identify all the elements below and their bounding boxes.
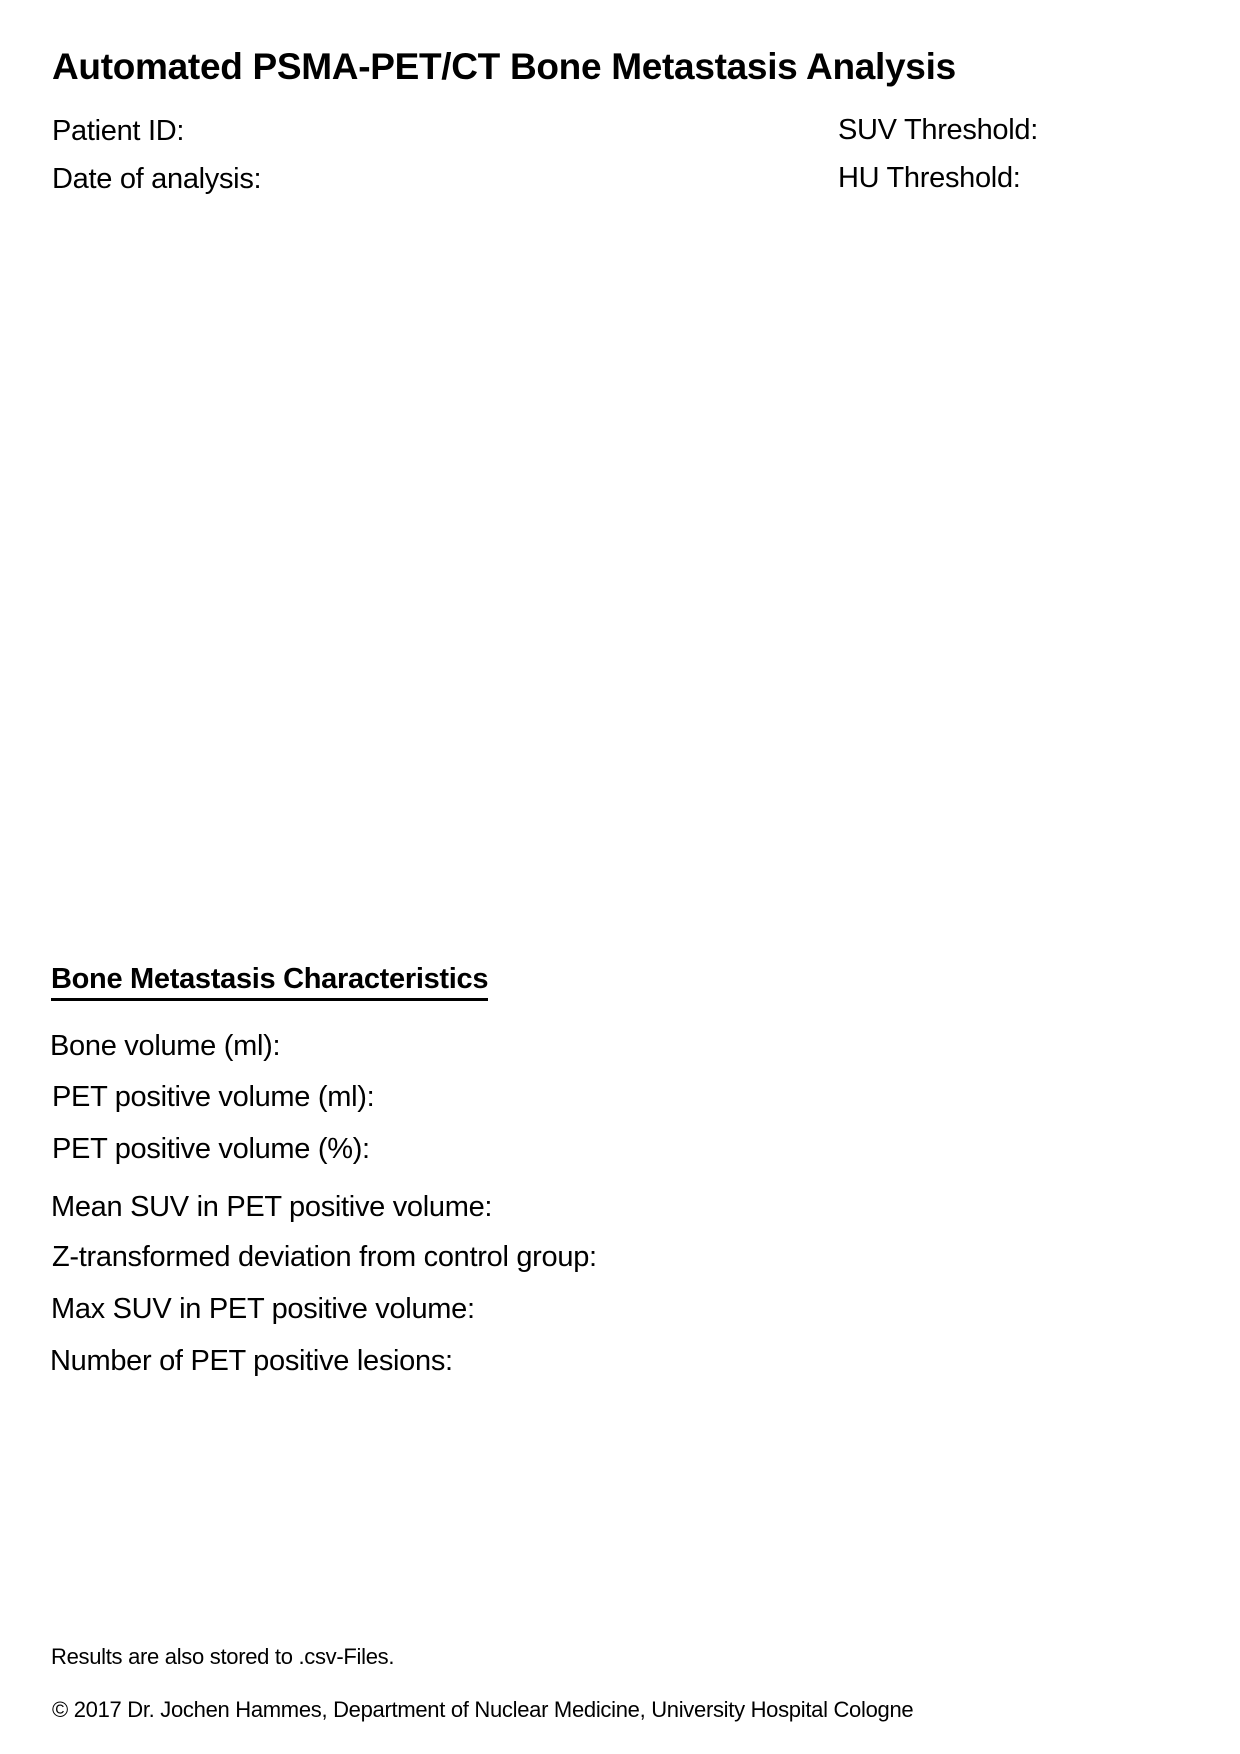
lesion-count-label: Number of PET positive lesions: [50, 1345, 453, 1377]
patient-id-label: Patient ID: [52, 115, 185, 147]
page-title: Automated PSMA-PET/CT Bone Metastasis An… [52, 46, 956, 87]
mean-suv-label: Mean SUV in PET positive volume: [51, 1191, 493, 1223]
pet-positive-volume-ml-label: PET positive volume (ml): [52, 1081, 375, 1113]
suv-threshold-label: SUV Threshold: [838, 114, 1038, 146]
characteristics-heading: Bone Metastasis Characteristics [51, 963, 488, 1001]
bone-volume-label: Bone volume (ml): [50, 1030, 281, 1062]
date-of-analysis-label: Date of analysis: [52, 163, 262, 195]
max-suv-label: Max SUV in PET positive volume: [51, 1293, 475, 1325]
csv-storage-note: Results are also stored to .csv-Files. [51, 1644, 395, 1669]
hu-threshold-label: HU Threshold: [838, 162, 1021, 194]
pet-positive-volume-percent-label: PET positive volume (%): [52, 1133, 370, 1165]
copyright-notice: © 2017 Dr. Jochen Hammes, Department of … [52, 1697, 914, 1722]
z-deviation-label: Z-transformed deviation from control gro… [52, 1241, 597, 1273]
